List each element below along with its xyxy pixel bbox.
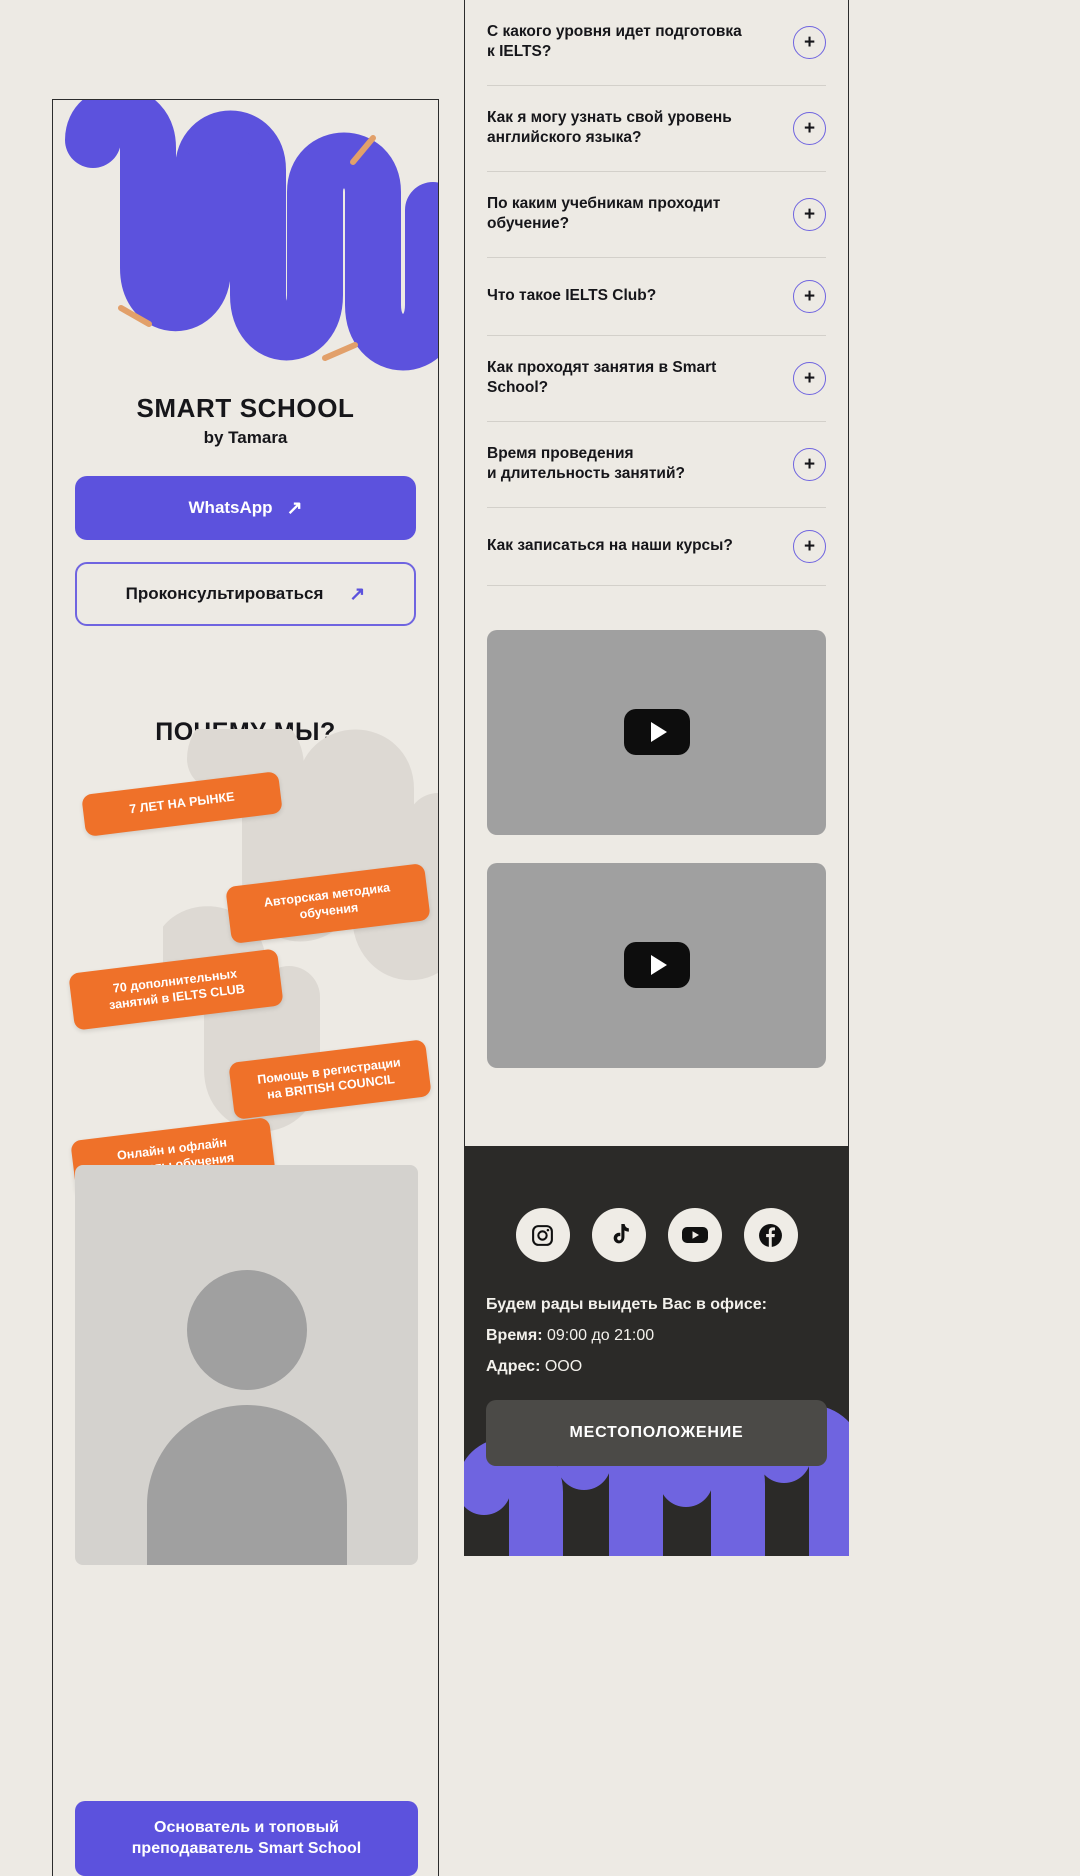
faq-question: Как я могу узнать свой уровень английско… (487, 108, 732, 147)
teacher-caption-button[interactable]: Основатель и топовый преподаватель Smart… (75, 1800, 418, 1876)
plus-icon[interactable]: + (793, 197, 826, 231)
address-value: ООО (544, 1358, 583, 1375)
faq-question: Как проходят занятия в Smart School? (487, 358, 717, 397)
left-panel: SMART SCHOOL by Tamara WhatsApp ↗ Прокон… (52, 99, 439, 1876)
arrow-up-right-icon: ↗ (286, 497, 303, 519)
plus-icon[interactable]: + (793, 111, 826, 145)
plus-icon[interactable]: + (793, 279, 826, 313)
plus-icon[interactable]: + (793, 447, 826, 481)
plus-icon[interactable]: + (793, 361, 826, 395)
person-placeholder-icon (186, 1270, 307, 1390)
instagram-icon[interactable] (515, 1208, 570, 1262)
faq-question: Как записаться на наши курсы? (487, 536, 733, 554)
arrow-up-right-icon: ↗ (349, 583, 366, 605)
faq-question: Время проведения и длительность занятий? (487, 444, 685, 483)
video-thumbnail[interactable] (487, 862, 826, 1068)
facebook-icon[interactable] (743, 1208, 798, 1262)
plus-icon[interactable]: + (793, 529, 826, 563)
consult-button[interactable]: Проконсультироваться ↗ (75, 562, 416, 626)
youtube-play-icon[interactable] (623, 709, 690, 756)
time-label: Время: (486, 1327, 543, 1344)
page-root: SMART SCHOOL by Tamara WhatsApp ↗ Прокон… (0, 0, 1080, 1876)
faq-item[interactable]: Как проходят занятия в Smart School? + (487, 336, 826, 422)
time-line: Время: 09:00 до 21:00 (486, 1327, 849, 1345)
footer: Будем рады выидеть Вас в офисе: Время: 0… (464, 1146, 849, 1556)
youtube-icon[interactable] (667, 1208, 722, 1262)
faq-item[interactable]: По каким учебникам проходит обучение? + (487, 172, 826, 258)
office-line: Будем рады выидеть Вас в офисе: (486, 1296, 767, 1313)
faq-item[interactable]: Как записаться на наши курсы? + (487, 508, 826, 586)
teacher-photo-card (75, 1165, 418, 1565)
time-value: 09:00 до 21:00 (546, 1327, 655, 1344)
plus-icon[interactable]: + (793, 25, 826, 59)
whatsapp-button-label: WhatsApp (188, 498, 273, 517)
video-thumbnail[interactable] (487, 629, 826, 835)
location-button[interactable]: МЕСТОПОЛОЖЕНИЕ (486, 1400, 827, 1466)
whatsapp-button[interactable]: WhatsApp ↗ (75, 476, 416, 540)
hero-squiggle-banner (53, 100, 438, 385)
faq-question: С какого уровня идет подготовка к IELTS? (487, 23, 742, 61)
faq-item[interactable]: Время проведения и длительность занятий?… (487, 422, 826, 508)
tiktok-icon[interactable] (591, 1208, 646, 1262)
page-title: SMART SCHOOL (136, 393, 355, 423)
faq-item[interactable]: Что такое IELTS Club? + (487, 258, 826, 336)
address-line: Адрес: ООО (486, 1358, 849, 1376)
squiggle-graphic (65, 100, 438, 371)
faq-item[interactable]: Как я могу узнать свой уровень английско… (487, 86, 826, 172)
address-label: Адрес: (486, 1358, 541, 1375)
person-placeholder-icon (146, 1405, 347, 1565)
faq-list: С какого уровня идет подготовка к IELTS?… (465, 0, 848, 586)
youtube-play-icon[interactable] (623, 942, 690, 989)
social-links (464, 1208, 849, 1262)
footer-info: Будем рады выидеть Вас в офисе: Время: 0… (486, 1296, 849, 1376)
faq-question: Что такое IELTS Club? (487, 286, 657, 304)
consult-button-label: Проконсультироваться (125, 584, 324, 603)
why-us-tags: 7 ЛЕТ НА РЫНКЕ Авторская методика обучен… (53, 729, 438, 1199)
faq-item[interactable]: С какого уровня идет подготовка к IELTS?… (487, 0, 826, 86)
brand-subtitle: by Tamara (203, 428, 288, 447)
faq-question: По каким учебникам проходит обучение? (487, 194, 721, 233)
